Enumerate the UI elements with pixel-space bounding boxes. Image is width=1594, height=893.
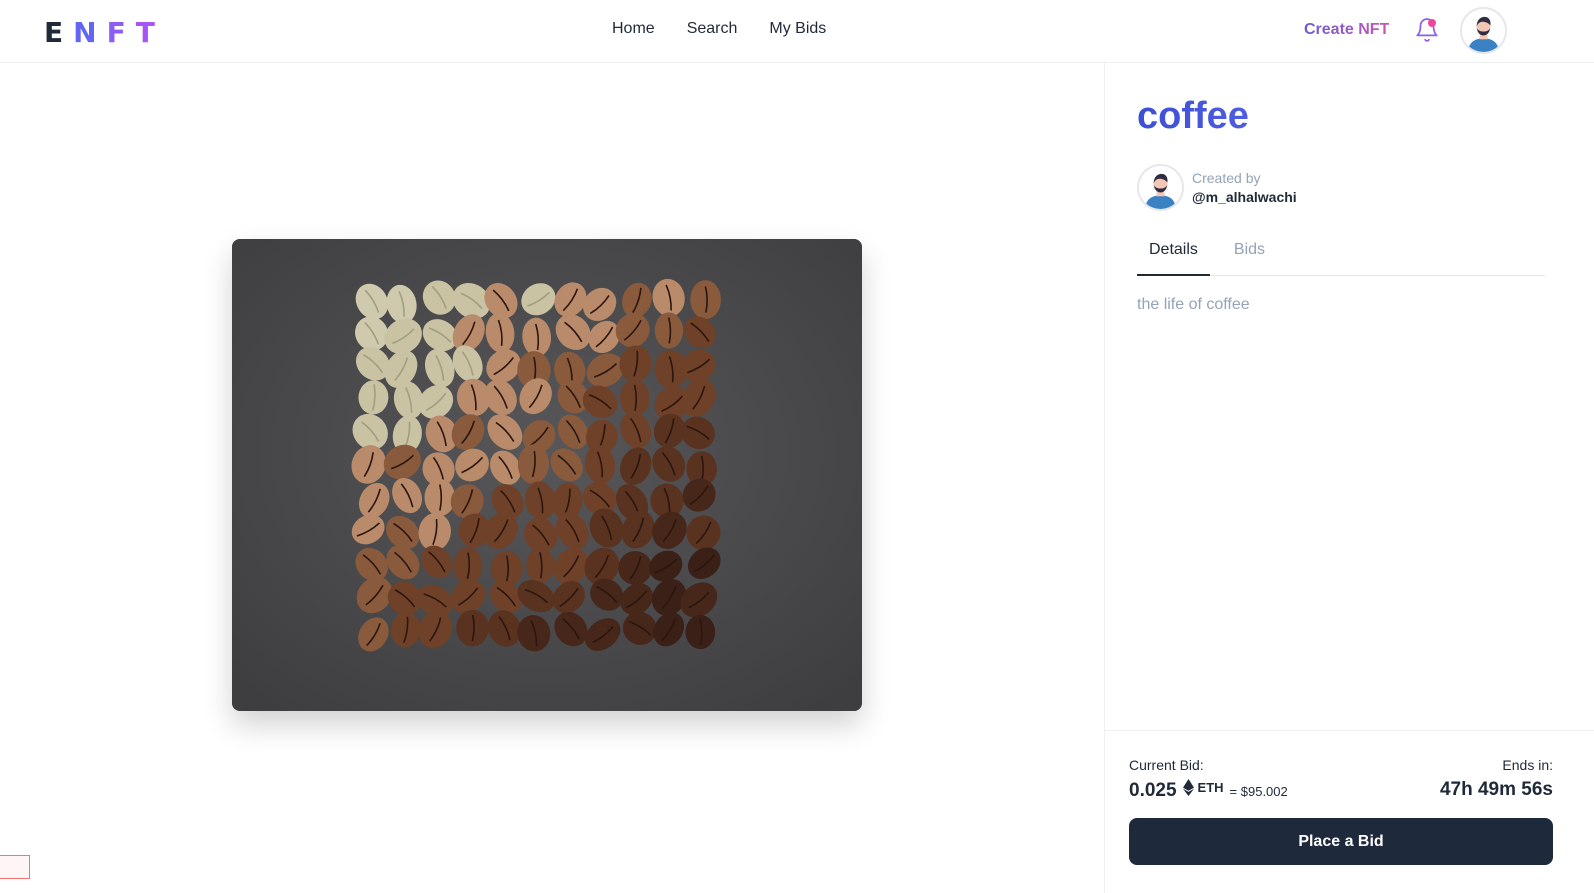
nft-details-panel: coffee Created by @m_alhalwachi Details …: [1104, 63, 1594, 893]
creator-handle[interactable]: @m_alhalwachi: [1192, 189, 1297, 205]
created-by-label: Created by: [1192, 170, 1261, 186]
currency: ETH: [1182, 779, 1224, 796]
notification-badge: [1428, 19, 1436, 27]
creator-avatar-icon: [1139, 166, 1182, 209]
bell-icon: [1416, 18, 1438, 42]
nft-image[interactable]: [232, 239, 862, 711]
create-nft-link[interactable]: Create NFT: [1304, 21, 1389, 39]
creator-info[interactable]: Created by @m_alhalwachi: [1137, 164, 1297, 211]
main-nav: Home Search My Bids: [612, 20, 826, 38]
current-bid-label: Current Bid:: [1129, 757, 1204, 773]
creator-avatar[interactable]: [1137, 164, 1184, 211]
tab-bids[interactable]: Bids: [1222, 235, 1277, 276]
logo-letter: T: [135, 16, 165, 49]
nft-image-area: [0, 63, 1104, 893]
place-bid-button[interactable]: Place a Bid: [1129, 818, 1553, 865]
nav-search-link[interactable]: Search: [687, 20, 738, 38]
currency-label: ETH: [1197, 780, 1224, 795]
debug-icon[interactable]: [0, 855, 30, 879]
top-navbar: ENFT Home Search My Bids Create NFT: [0, 0, 1594, 63]
logo[interactable]: ENFT: [44, 16, 165, 49]
usd-value: = $95.002: [1229, 784, 1288, 799]
ends-in-label: Ends in:: [1502, 757, 1553, 773]
countdown: 47h 49m 56s: [1439, 779, 1553, 800]
coffee-beans-image: [232, 239, 862, 711]
user-avatar-button[interactable]: [1460, 7, 1507, 54]
notifications-button[interactable]: [1414, 17, 1440, 43]
detail-tabs: Details Bids: [1137, 235, 1545, 276]
bid-panel: Current Bid: 0.025 ETH = $95.002 Ends in…: [1105, 730, 1594, 893]
logo-letter: F: [106, 16, 136, 49]
creator-text: Created by @m_alhalwachi: [1192, 170, 1297, 205]
bid-amount: 0.025: [1129, 780, 1177, 801]
nav-home-link[interactable]: Home: [612, 20, 655, 38]
user-avatar-icon: [1462, 9, 1505, 52]
coffee-bean: [490, 551, 523, 587]
nft-title: coffee: [1137, 95, 1249, 137]
logo-letter: E: [44, 16, 74, 49]
nav-my-bids-link[interactable]: My Bids: [769, 20, 826, 38]
current-bid-value: 0.025 ETH = $95.002: [1129, 779, 1288, 802]
logo-letter: N: [73, 16, 107, 49]
ethereum-icon: [1182, 779, 1194, 796]
tab-details[interactable]: Details: [1137, 235, 1210, 276]
nft-description: the life of coffee: [1137, 296, 1250, 313]
coffee-bean: [424, 478, 456, 517]
